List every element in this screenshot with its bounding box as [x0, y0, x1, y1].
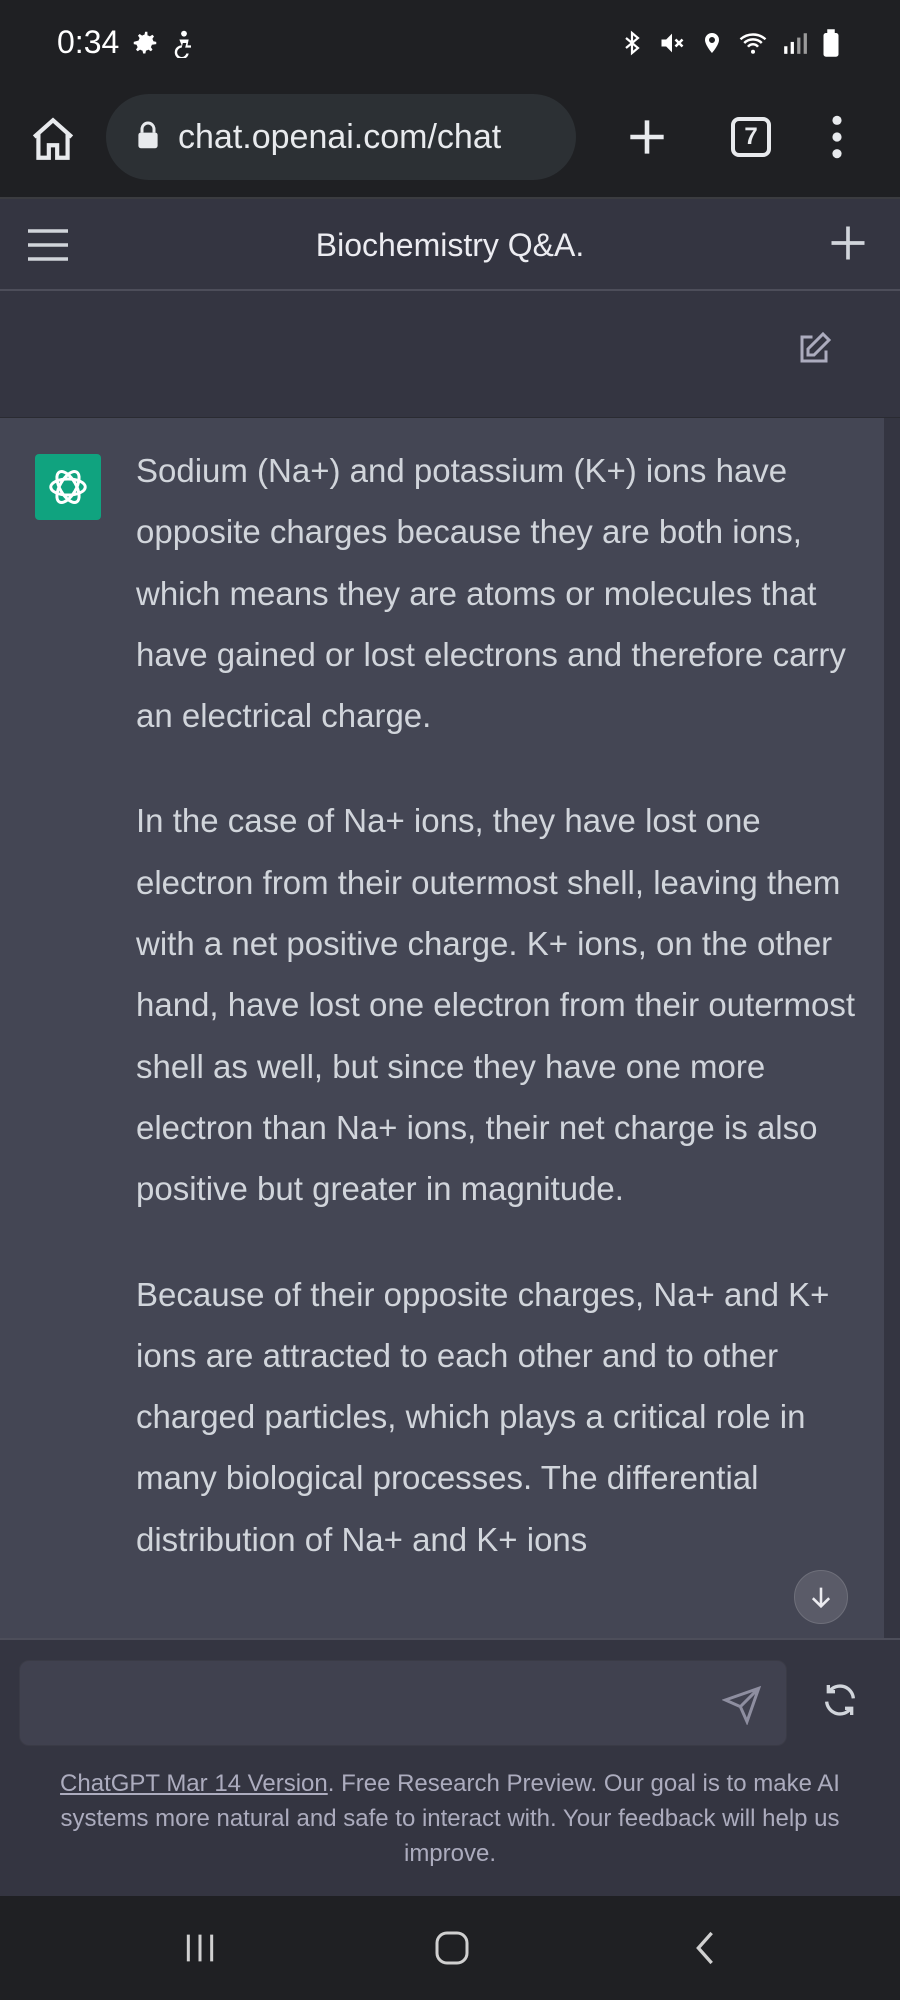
message-paragraph: Sodium (Na+) and potassium (K+) ions hav…: [136, 452, 846, 735]
edit-icon: [800, 331, 832, 363]
address-bar[interactable]: chat.openai.com/chat: [106, 94, 576, 180]
edit-message-button[interactable]: [796, 331, 832, 367]
composer: ChatGPT Mar 14 Version. Free Research Pr…: [0, 1638, 900, 1896]
bluetooth-icon: [620, 28, 644, 58]
assistant-message-text: Sodium (Na+) and potassium (K+) ions hav…: [136, 440, 856, 1614]
wifi-icon: [738, 28, 768, 58]
system-nav-bar: [0, 1896, 900, 2000]
send-button[interactable]: [721, 1685, 762, 1726]
nav-back-button[interactable]: [690, 1928, 720, 1968]
app-header: Biochemistry Q&A.: [0, 199, 900, 291]
home-button[interactable]: [28, 114, 78, 164]
signal-icon: [782, 28, 808, 58]
assistant-message-row: Sodium (Na+) and potassium (K+) ions hav…: [0, 418, 884, 1638]
plus-icon: [630, 120, 664, 154]
url-text: chat.openai.com/chat: [178, 117, 502, 156]
assistant-avatar: [35, 454, 101, 520]
nav-home-button[interactable]: [432, 1928, 472, 1968]
arrow-down-icon: [811, 1587, 831, 1609]
mute-icon: [658, 28, 686, 58]
lock-icon: [136, 120, 160, 155]
user-message-row: [0, 291, 900, 418]
status-time: 0:34: [57, 24, 120, 60]
recents-button[interactable]: [180, 1928, 220, 1968]
new-chat-button[interactable]: [826, 221, 870, 265]
chat-title: Biochemistry Q&A.: [315, 227, 585, 263]
gear-icon: [130, 28, 160, 58]
back-chevron-icon: [696, 1931, 713, 1965]
prompt-box[interactable]: [19, 1660, 787, 1747]
message-paragraph: In the case of Na+ ions, they have lost …: [136, 802, 856, 1208]
send-icon: [721, 1685, 762, 1726]
status-bar: 0:34: [0, 0, 900, 92]
location-icon: [700, 28, 724, 58]
browser-toolbar: chat.openai.com/chat 7: [0, 92, 900, 199]
new-tab-button[interactable]: [622, 112, 672, 162]
message-paragraph: Because of their opposite charges, Na+ a…: [136, 1275, 830, 1558]
browser-menu-button[interactable]: [822, 112, 852, 162]
home-square-icon: [435, 1931, 469, 1965]
tab-switcher-button[interactable]: 7: [731, 117, 771, 157]
version-link[interactable]: ChatGPT Mar 14 Version: [60, 1770, 328, 1797]
refresh-icon: [825, 1684, 855, 1716]
accessibility-icon: [170, 28, 198, 58]
regenerate-button[interactable]: [820, 1680, 860, 1720]
scrollbar[interactable]: [884, 418, 900, 1638]
home-icon: [32, 117, 74, 160]
disclaimer: ChatGPT Mar 14 Version. Free Research Pr…: [30, 1766, 870, 1871]
battery-icon: [822, 28, 840, 58]
openai-logo-icon: [49, 470, 87, 504]
scroll-to-bottom-button[interactable]: [794, 1570, 848, 1624]
plus-icon: [831, 226, 865, 260]
more-vert-icon: [832, 115, 842, 159]
prompt-input[interactable]: [40, 1661, 720, 1747]
recents-icon: [186, 1934, 214, 1962]
